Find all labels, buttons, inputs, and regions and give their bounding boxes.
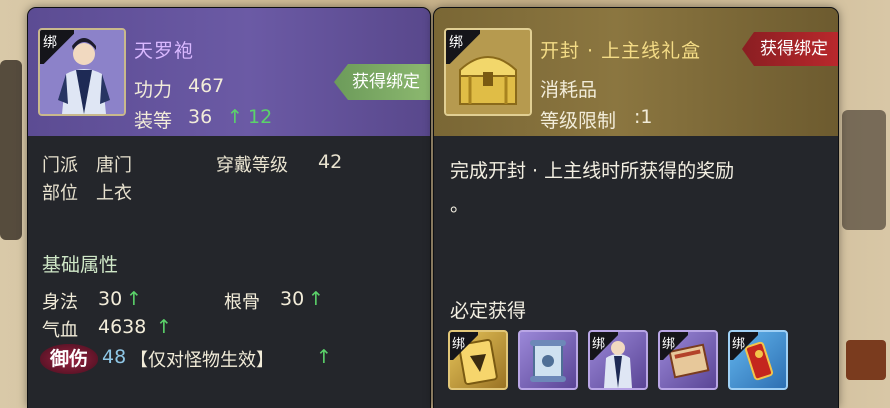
item-level-label: 装等 xyxy=(134,110,173,132)
attr-hp-up-icon: ↑ xyxy=(156,316,172,338)
level-up-arrow-icon: ↑ xyxy=(227,106,243,128)
acquire-bind-badge: 获得绑定 xyxy=(742,32,838,66)
bind-tag: 绑 xyxy=(660,332,688,360)
reward-slot[interactable]: 绑 xyxy=(448,330,508,390)
background-calligraphy xyxy=(0,60,22,240)
background-chest-icon xyxy=(846,340,886,380)
equipment-name: 天罗袍 xyxy=(134,40,195,62)
reward-slot[interactable]: 绑 xyxy=(588,330,648,390)
bind-tag: 绑 xyxy=(730,332,758,360)
damage-reduction-value: 48 xyxy=(102,346,127,368)
acquire-bind-badge: 获得绑定 xyxy=(334,64,430,100)
sect-value: 唐门 xyxy=(96,155,132,176)
background-calligraphy xyxy=(842,110,886,230)
power-value: 467 xyxy=(188,75,225,97)
wear-level-value: 42 xyxy=(318,151,343,173)
guaranteed-rewards-title: 必定获得 xyxy=(450,300,527,322)
base-attributes-title: 基础属性 xyxy=(42,254,119,276)
bind-tag: 绑 xyxy=(446,30,480,64)
bind-tag: 绑 xyxy=(40,30,74,64)
wear-level-label: 穿戴等级 xyxy=(216,155,288,176)
reward-slot[interactable]: 绑 xyxy=(728,330,788,390)
reward-slot[interactable]: 绑 xyxy=(658,330,718,390)
sect-label: 门派 xyxy=(42,155,78,176)
damage-reduction-badge: 御伤 xyxy=(40,344,98,374)
bind-tag: 绑 xyxy=(590,332,618,360)
item-type: 消耗品 xyxy=(540,79,598,101)
bind-tag: 绑 xyxy=(450,332,478,360)
item-icon-frame: 绑 xyxy=(444,28,532,116)
attr-agility-label: 身法 xyxy=(42,292,78,313)
equipment-tooltip-panel: 绑 天罗袍 功力 467 装等 36 ↑ 12 获得绑定 门派 唐门 穿戴等级 … xyxy=(28,8,430,408)
item-description-line-1: 完成开封 · 上主线时所获得的奖励 xyxy=(450,160,735,182)
attr-constitution-label: 根骨 xyxy=(224,292,260,313)
attr-hp-label: 气血 xyxy=(42,320,78,341)
slot-value: 上衣 xyxy=(96,183,132,204)
attr-constitution-value: 30 xyxy=(280,288,305,310)
attr-constitution-up-icon: ↑ xyxy=(308,288,324,310)
item-name: 开封 · 上主线礼盒 xyxy=(540,40,702,62)
damage-reduction-note: 【仅对怪物生效】 xyxy=(130,350,274,371)
level-limit-label: 等级限制 xyxy=(540,110,617,132)
item-tooltip-panel: 绑 开封 · 上主线礼盒 获得绑定 消耗品 等级限制 :1 完成开封 · 上主线… xyxy=(434,8,838,408)
power-label: 功力 xyxy=(134,79,173,101)
attr-hp-value: 4638 xyxy=(98,316,147,338)
scroll-icon xyxy=(530,340,566,382)
level-up-value: 12 xyxy=(248,106,273,128)
level-limit-value: :1 xyxy=(634,106,653,128)
damage-reduction-up-icon: ↑ xyxy=(316,346,332,368)
item-level-value: 36 xyxy=(188,106,213,128)
equipment-icon-frame: 绑 xyxy=(38,28,126,116)
reward-slot[interactable] xyxy=(518,330,578,390)
item-description-line-2: 。 xyxy=(450,194,470,216)
slot-label: 部位 xyxy=(42,183,78,204)
attr-agility-value: 30 xyxy=(98,288,123,310)
attr-agility-up-icon: ↑ xyxy=(126,288,142,310)
